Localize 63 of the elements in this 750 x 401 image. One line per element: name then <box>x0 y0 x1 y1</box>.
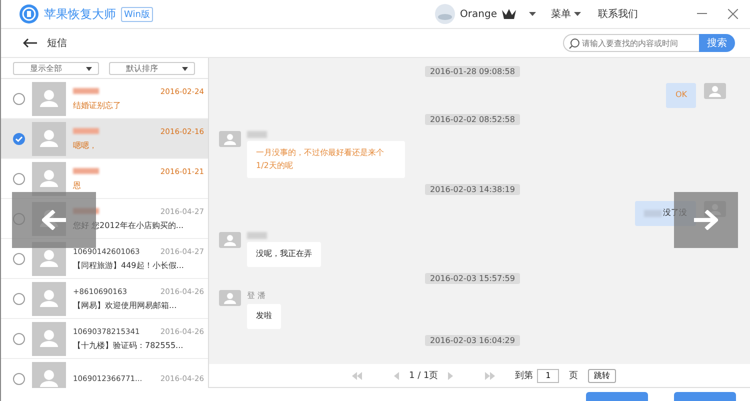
timestamp: 2016-02-03 16:04:29 <box>425 334 520 346</box>
radio-icon[interactable] <box>13 332 25 344</box>
edition-tag: Win版 <box>121 6 153 22</box>
timestamp: 2016-02-03 14:38:19 <box>425 184 520 196</box>
filter-dropdown[interactable]: 显示全部 <box>13 62 99 75</box>
previous-page-icon[interactable] <box>394 372 399 380</box>
page-number-field[interactable]: 1 <box>537 368 560 382</box>
first-page-icon[interactable] <box>352 372 362 380</box>
radio-checked-icon[interactable] <box>13 132 25 144</box>
radio-icon[interactable] <box>13 172 25 184</box>
avatar-icon <box>219 290 241 306</box>
avatar-icon <box>32 282 66 316</box>
timestamp: 2016-02-03 15:57:59 <box>425 272 520 284</box>
menu-button[interactable]: 菜单 <box>551 7 581 21</box>
caret-icon[interactable] <box>529 12 536 16</box>
avatar-icon <box>32 122 66 156</box>
filter-dropdown[interactable]: 默认排序 <box>109 62 195 75</box>
goto-label: 到第 <box>515 370 534 382</box>
radio-icon[interactable] <box>13 292 25 304</box>
page-indicator: 1 / 1页 <box>409 370 438 382</box>
avatar-icon <box>219 130 241 147</box>
message-preview: 结婚证别忘了 <box>73 100 122 110</box>
crown-icon <box>502 8 516 20</box>
message-preview: 【网易】欢迎使用网易邮箱... <box>73 300 178 310</box>
timestamp: 2016-01-28 09:08:58 <box>425 66 520 77</box>
left-arrow-icon <box>42 210 66 230</box>
received-message-bubble: 发啦 <box>247 304 281 329</box>
app-title: 苹果恢复大师 <box>44 6 116 22</box>
close-icon[interactable] <box>728 9 738 19</box>
received-message-bubble: 没呢，我正在弄 <box>247 242 321 267</box>
sender-name: 登 潘 <box>247 290 266 301</box>
radio-icon[interactable] <box>13 372 25 384</box>
caret-icon <box>86 66 92 70</box>
contact-link[interactable]: 联系我们 <box>598 7 638 21</box>
received-message-bubble: 一月没事的，不过你最好看还是来个1/2天的呢 <box>247 140 405 178</box>
sent-message-bubble: OK <box>666 83 696 108</box>
right-arrow-icon <box>694 210 718 230</box>
page-title: 短信 <box>47 37 67 50</box>
avatar-icon <box>219 232 241 248</box>
caret-icon <box>574 12 581 16</box>
radio-icon[interactable] <box>13 92 25 104</box>
user-avatar-icon[interactable] <box>435 4 456 24</box>
message-preview: 【同程旅游】449起！小长假... <box>73 260 185 270</box>
jump-button[interactable]: 跳转 <box>588 368 616 382</box>
message-preview: 【十九楼】验证码：782555... <box>73 340 184 350</box>
minimize-icon[interactable] <box>697 13 707 15</box>
radio-icon[interactable] <box>13 252 25 264</box>
avatar-icon <box>32 362 66 388</box>
next-page-icon[interactable] <box>448 372 454 380</box>
search-icon <box>569 38 580 48</box>
message-preview: 恩 <box>73 180 82 190</box>
user-name[interactable]: Orange <box>460 8 497 20</box>
timestamp: 2016-02-02 08:52:58 <box>425 114 520 125</box>
avatar-icon <box>704 83 726 99</box>
caret-icon <box>182 66 188 70</box>
message-preview: 嗯嗯， <box>73 140 98 150</box>
app-logo-icon <box>19 4 39 24</box>
back-arrow-icon[interactable] <box>23 38 37 48</box>
page-unit: 页 <box>569 370 578 382</box>
avatar-icon <box>32 82 66 116</box>
search-field[interactable]: 请输入要查找的内容或时间 <box>563 34 699 52</box>
avatar-icon <box>32 322 66 356</box>
last-page-icon[interactable] <box>485 372 496 380</box>
